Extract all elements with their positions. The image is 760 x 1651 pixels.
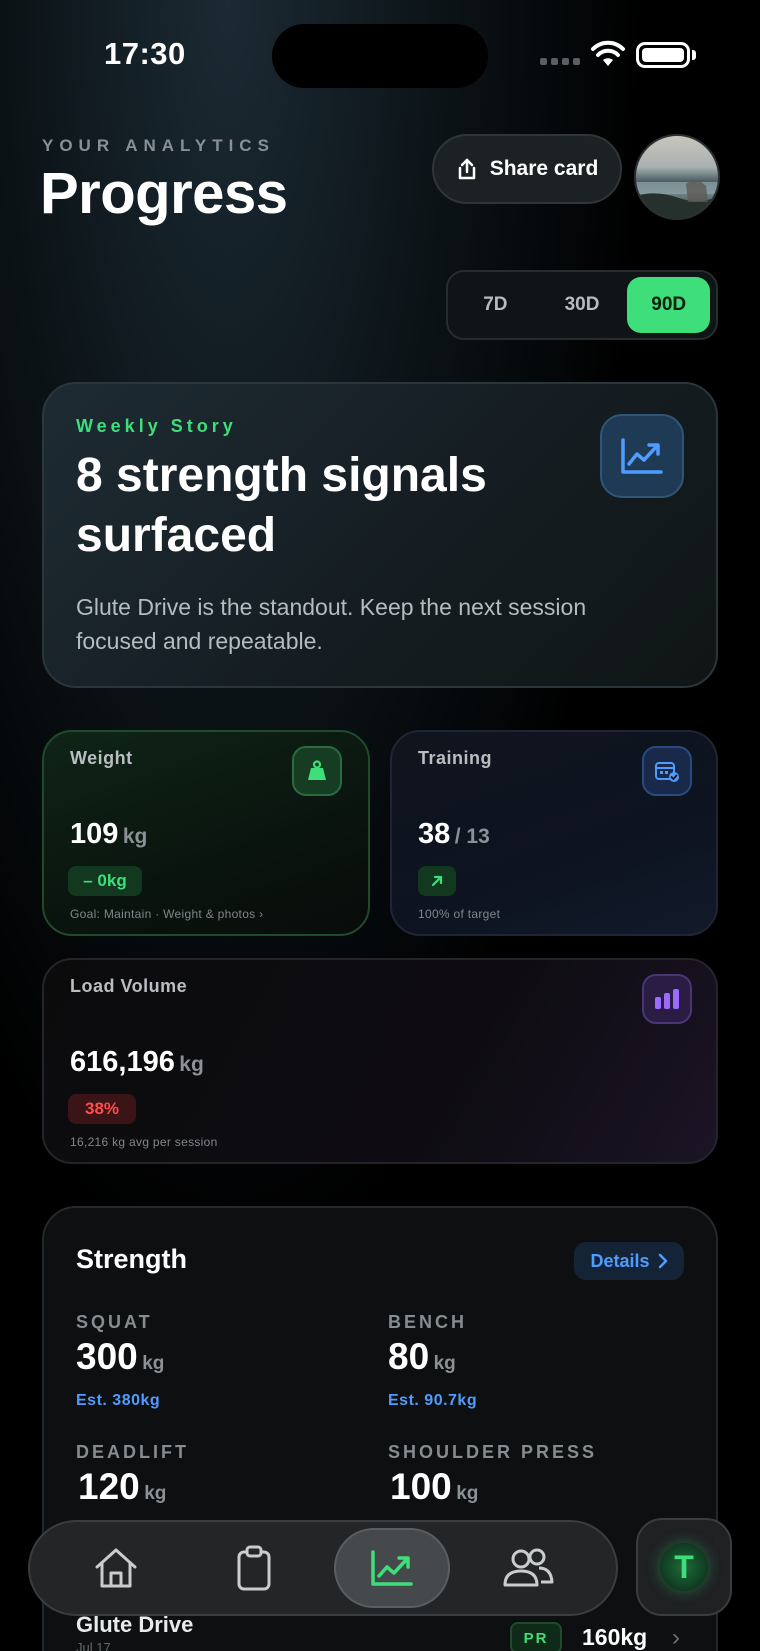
load-value-group: 616,196 kg: [70, 1046, 204, 1079]
weight-label: Weight: [70, 748, 133, 768]
tab-community[interactable]: [470, 1528, 586, 1608]
bar-chart-icon: [642, 974, 692, 1024]
training-value-group: 38 / 13: [418, 818, 490, 851]
recent-lift-date: Jul 17: [76, 1640, 111, 1651]
load-delta-badge: 38%: [68, 1094, 136, 1124]
dynamic-island: [272, 24, 488, 88]
details-label: Details: [590, 1250, 650, 1271]
lift-value: 100: [390, 1466, 452, 1507]
training-value: 38: [418, 818, 451, 850]
weight-value-group: 109 kg: [70, 818, 147, 851]
trend-chart-icon: [600, 414, 684, 498]
load-footer: 16,216 kg avg per session: [70, 1135, 218, 1149]
pr-badge: PR: [510, 1622, 562, 1651]
lift-name: DEADLIFT: [76, 1442, 189, 1462]
lift-unit: kg: [456, 1483, 479, 1504]
lift-value: 120: [78, 1466, 140, 1507]
load-label: Load Volume: [70, 976, 188, 996]
story-eyebrow: Weekly Story: [76, 416, 237, 436]
chevron-right-icon[interactable]: ›: [672, 1624, 680, 1651]
lift-value-group: 100 kg: [390, 1466, 478, 1508]
tab-home[interactable]: [58, 1528, 174, 1608]
clipboard-icon: [237, 1545, 271, 1591]
weight-footer-link[interactable]: Goal: Maintain · Weight & photos ›: [70, 907, 263, 921]
page-eyebrow: YOUR ANALYTICS: [42, 136, 275, 155]
tab-workouts[interactable]: [196, 1528, 312, 1608]
strength-title: Strength: [76, 1244, 187, 1274]
load-unit: kg: [179, 1053, 204, 1076]
cellular-signal-icon: [540, 58, 580, 65]
avatar-photo: [636, 180, 718, 218]
recent-lift-value: 160kg: [582, 1624, 648, 1650]
training-footer: 100% of target: [418, 907, 501, 921]
coach-button[interactable]: T: [636, 1518, 732, 1616]
brand-logo-icon: T: [660, 1543, 708, 1591]
lift-unit: kg: [433, 1353, 456, 1374]
chevron-right-icon: [658, 1253, 667, 1269]
lift-value: 80: [388, 1336, 430, 1377]
battery-icon: [636, 42, 690, 68]
battery-nub: [692, 50, 696, 60]
lift-value-group: 300 kg: [76, 1336, 164, 1378]
lift-name: SQUAT: [76, 1312, 153, 1332]
lift-unit: kg: [144, 1483, 167, 1504]
wifi-icon: [591, 40, 625, 66]
share-card-label: Share card: [489, 157, 599, 180]
people-icon: [503, 1548, 554, 1587]
lift-value-group: 80 kg: [388, 1336, 456, 1378]
weight-value: 109: [70, 818, 119, 850]
share-card-button[interactable]: Share card: [432, 134, 622, 204]
training-label: Training: [418, 748, 493, 768]
calendar-check-icon: [642, 746, 692, 796]
lift-estimate: Est. 380kg: [76, 1392, 161, 1409]
avatar[interactable]: [634, 134, 720, 220]
range-selector: 7D 30D 90D: [446, 270, 718, 340]
lift-unit: kg: [142, 1353, 165, 1374]
strength-details-button[interactable]: Details: [574, 1242, 684, 1280]
load-value: 616,196: [70, 1046, 175, 1078]
training-trend-badge: [418, 866, 456, 896]
range-90d-button[interactable]: 90D: [627, 277, 711, 333]
weight-delta-badge: – 0kg: [68, 866, 142, 896]
lift-value: 300: [76, 1336, 138, 1377]
lift-value-group: 120 kg: [78, 1466, 166, 1508]
range-30d-button[interactable]: 30D: [541, 277, 624, 333]
status-time: 17:30: [104, 36, 186, 71]
tab-progress[interactable]: [334, 1528, 450, 1608]
lift-name: SHOULDER PRESS: [388, 1442, 598, 1462]
chart-icon: [371, 1550, 413, 1586]
arrow-up-right-icon: [431, 875, 443, 887]
training-target: / 13: [454, 825, 490, 848]
range-7d-button[interactable]: 7D: [454, 277, 537, 333]
story-body: Glute Drive is the standout. Keep the ne…: [76, 594, 587, 654]
story-title: 8 strength signals surfaced: [76, 449, 487, 562]
weight-icon: [292, 746, 342, 796]
page-title: Progress: [40, 161, 288, 226]
share-icon: [458, 158, 475, 180]
weight-unit: kg: [122, 825, 148, 848]
home-icon: [95, 1548, 137, 1588]
lift-estimate: Est. 90.7kg: [388, 1392, 478, 1409]
lift-name: BENCH: [388, 1312, 468, 1332]
